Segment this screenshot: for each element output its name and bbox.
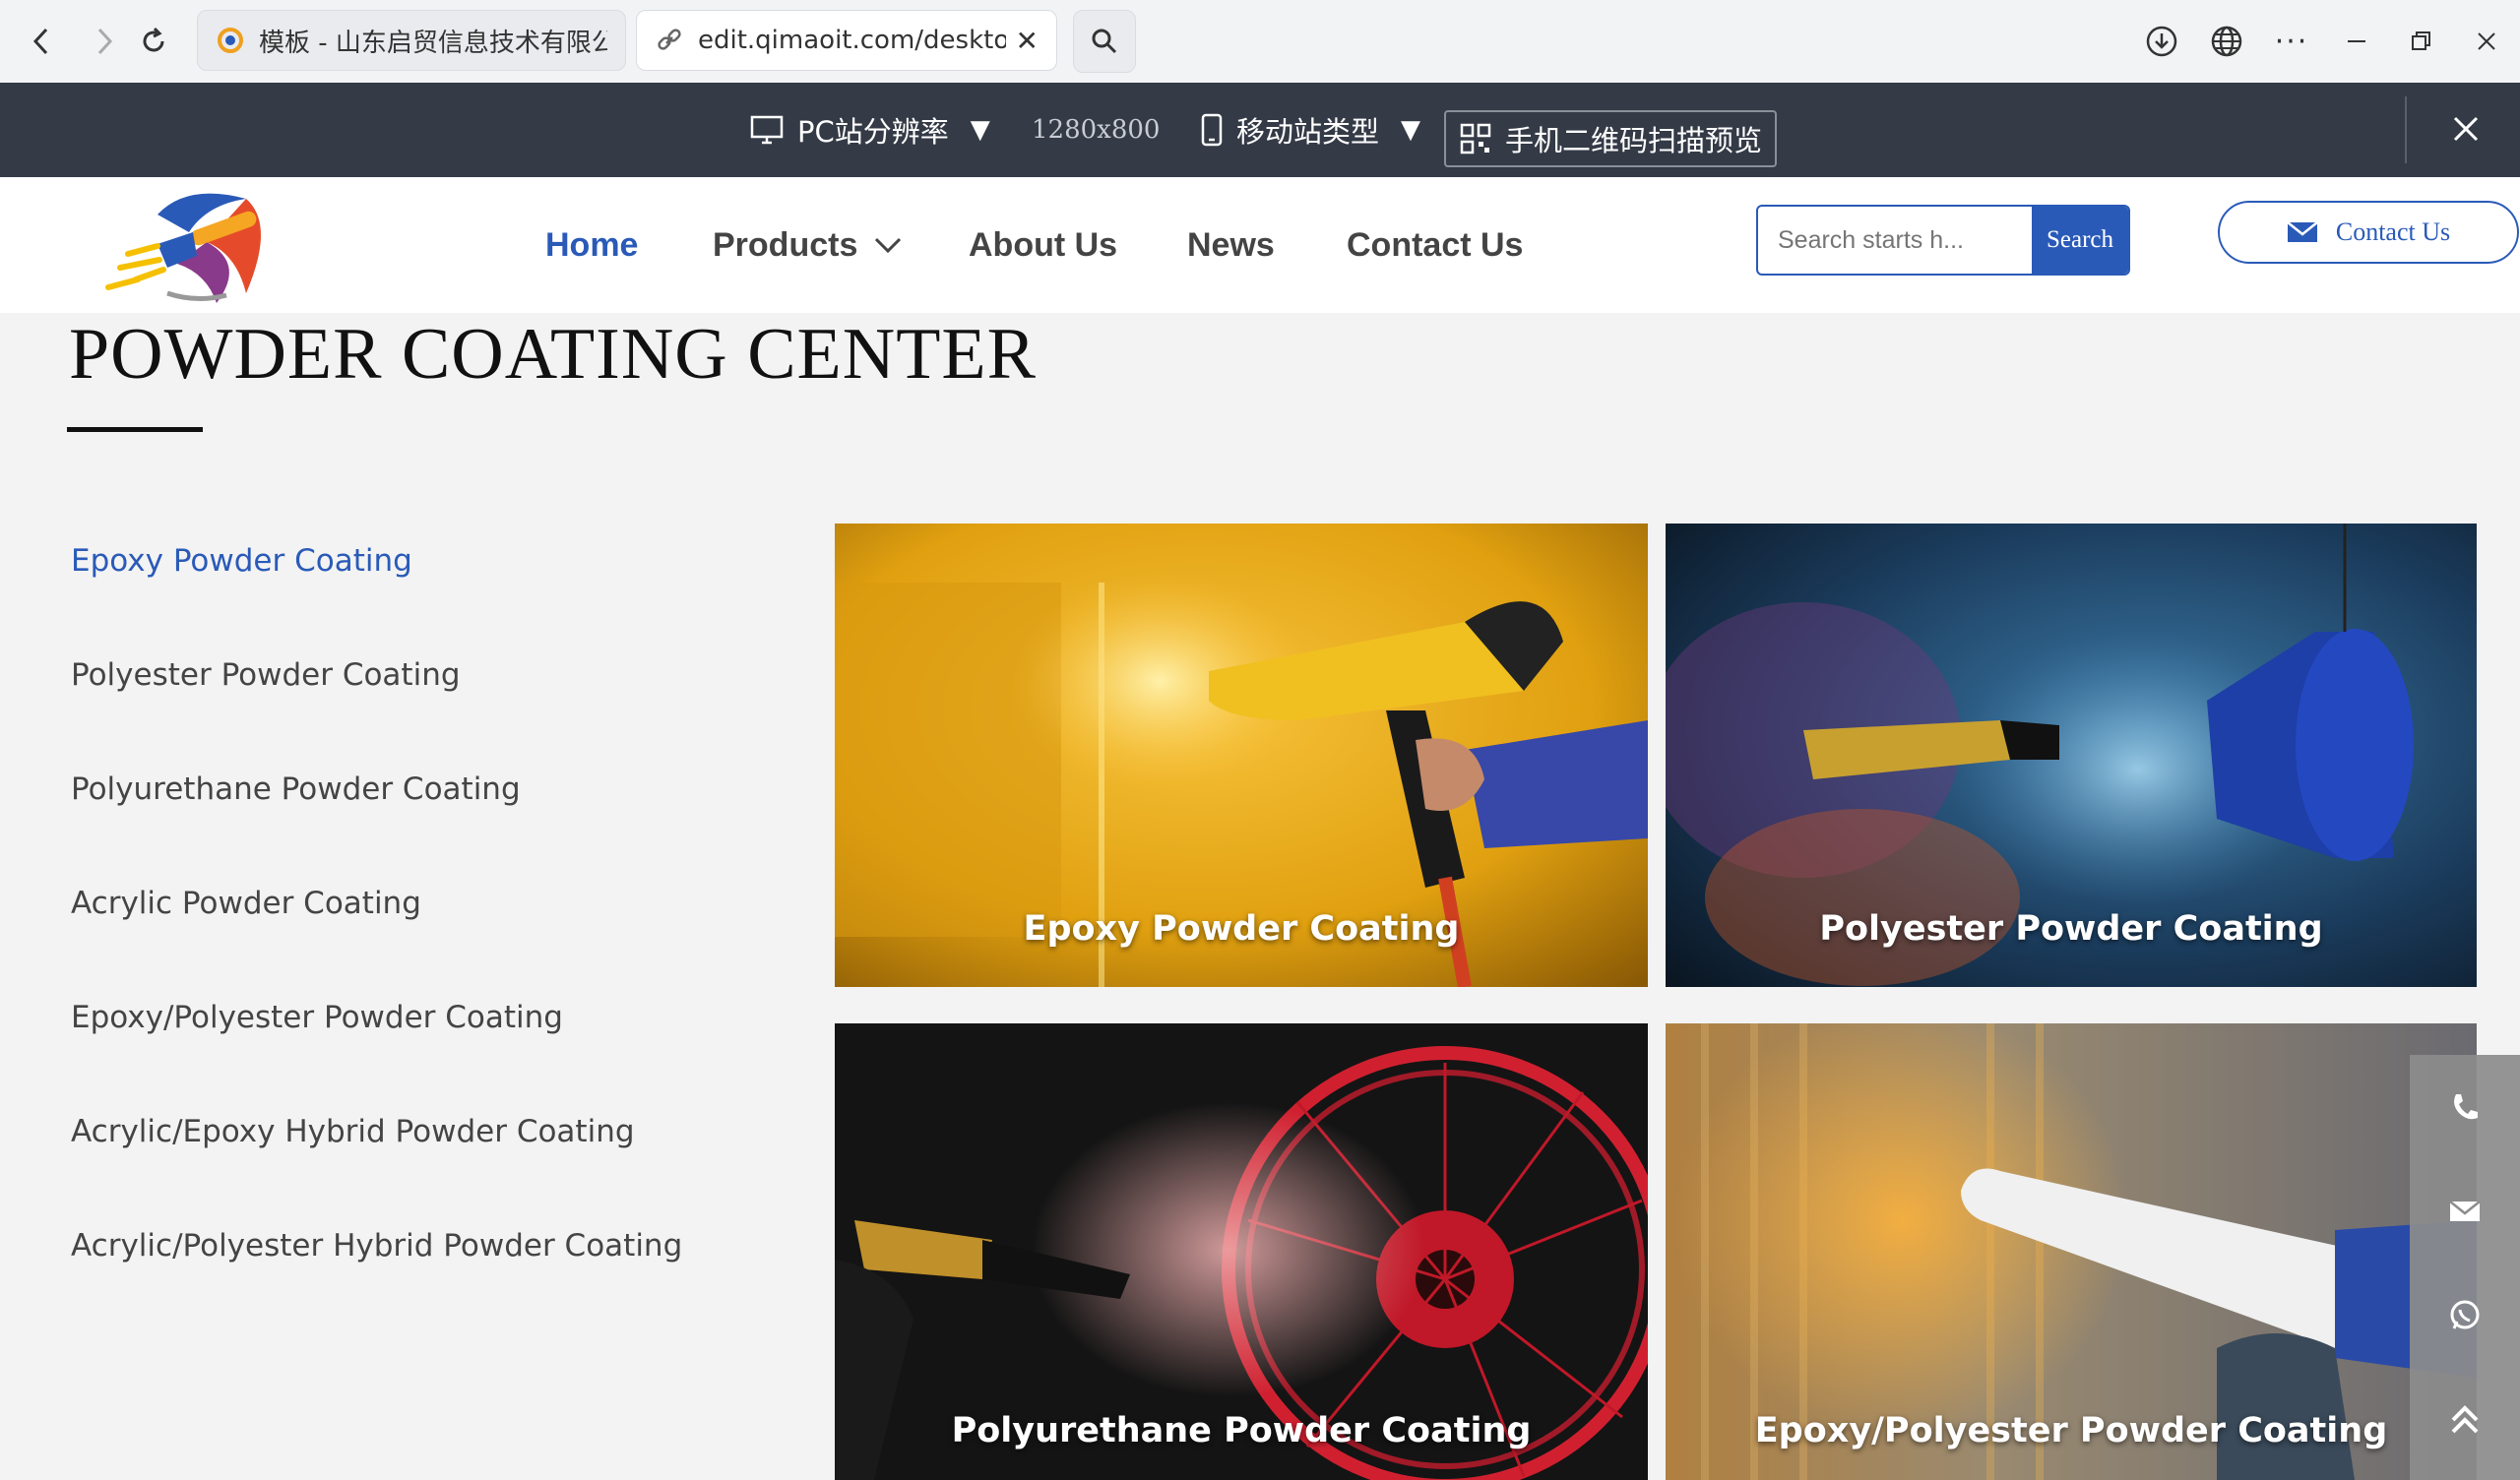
product-card-epoxy-polyester[interactable]: Epoxy/Polyester Powder Coating: [1666, 1023, 2477, 1480]
close-icon: [2478, 32, 2495, 50]
nav-about-us[interactable]: About Us: [969, 177, 1117, 313]
card-title: Polyester Powder Coating: [1819, 909, 2323, 949]
browser-toolbar: 模板 - 山东启贸信息技术有限公司 edit.qimaoit.com/deskt…: [0, 0, 2520, 84]
qr-preview-button[interactable]: 手机二维码扫描预览: [1444, 110, 1777, 167]
restore-icon: [2412, 31, 2430, 50]
search-input[interactable]: [1758, 207, 2032, 274]
mobile-type-dropdown[interactable]: 移动站类型 ▼: [1201, 83, 1420, 177]
contact-us-label: Contact Us: [2335, 217, 2451, 246]
card-title: Polyurethane Powder Coating: [951, 1411, 1532, 1450]
restore-button[interactable]: [2400, 20, 2443, 63]
whatsapp-icon: [2450, 1300, 2480, 1329]
search-button[interactable]: Search: [2032, 207, 2128, 274]
card-title: Epoxy Powder Coating: [1023, 909, 1460, 949]
minimize-icon: [2348, 40, 2365, 42]
pc-resolution-dropdown[interactable]: PC站分辨率 ▼: [750, 83, 990, 177]
editor-preview-bar: PC站分辨率 ▼ 1280x800 移动站类型 ▼ 手机二维码扫描预览: [0, 83, 2520, 177]
site-logo[interactable]: [98, 185, 285, 309]
email-button[interactable]: [2410, 1159, 2520, 1264]
floating-contact-bar: [2410, 1055, 2520, 1480]
nav-news[interactable]: News: [1187, 177, 1275, 313]
search-tab-button[interactable]: [1073, 10, 1136, 73]
sidebar-item-polyester[interactable]: Polyester Powder Coating: [71, 657, 461, 693]
chevron-down-icon: [875, 237, 902, 254]
qr-code-icon: [1460, 123, 1491, 154]
site-search: Search: [1756, 205, 2130, 276]
nav-home[interactable]: Home: [545, 177, 638, 313]
mobile-type-label: 移动站类型: [1236, 115, 1380, 149]
sidebar-item-acrylic-polyester-hybrid[interactable]: Acrylic/Polyester Hybrid Powder Coating: [71, 1228, 682, 1264]
pc-resolution-label: PC站分辨率: [797, 115, 949, 149]
tab-title: 模板 - 山东启贸信息技术有限公司: [259, 28, 607, 58]
card-title: Epoxy/Polyester Powder Coating: [1754, 1411, 2388, 1450]
sidebar-item-acrylic[interactable]: Acrylic Powder Coating: [71, 886, 421, 921]
close-icon: [2453, 116, 2479, 142]
reload-button[interactable]: [134, 22, 173, 61]
monitor-icon: [750, 115, 784, 145]
reload-icon: [143, 27, 164, 52]
product-card-polyurethane[interactable]: Polyurethane Powder Coating: [835, 1023, 1648, 1480]
close-tab-icon[interactable]: ✕: [1016, 25, 1039, 57]
sidebar-item-epoxy-polyester[interactable]: Epoxy/Polyester Powder Coating: [71, 1000, 563, 1035]
whatsapp-button[interactable]: [2410, 1264, 2520, 1368]
qr-preview-label: 手机二维码扫描预览: [1505, 124, 1763, 157]
product-card-epoxy[interactable]: Epoxy Powder Coating: [835, 524, 1648, 987]
more-menu-button[interactable]: ···: [2270, 20, 2313, 63]
phone-button[interactable]: [2410, 1055, 2520, 1159]
download-button[interactable]: [2140, 20, 2183, 63]
envelope-icon: [2287, 221, 2318, 242]
toolbar-divider: [2405, 96, 2407, 163]
mobile-phone-icon: [1201, 113, 1223, 147]
sidebar-item-acrylic-epoxy-hybrid[interactable]: Acrylic/Epoxy Hybrid Powder Coating: [71, 1114, 635, 1149]
nav-contact-us[interactable]: Contact Us: [1347, 177, 1523, 313]
page-title: POWDER COATING CENTER: [69, 314, 1037, 395]
tab-template[interactable]: 模板 - 山东启贸信息技术有限公司: [197, 10, 626, 71]
sidebar-item-polyurethane[interactable]: Polyurethane Powder Coating: [71, 771, 521, 807]
mail-icon: [2449, 1201, 2481, 1221]
forward-button[interactable]: [85, 22, 124, 61]
title-underline: [67, 427, 203, 432]
back-to-top-icon: [2451, 1405, 2479, 1434]
sidebar-item-epoxy[interactable]: Epoxy Powder Coating: [71, 543, 412, 579]
site-header: Home Products About Us News Contact Us: [0, 177, 2520, 313]
chevron-left-icon: [32, 28, 48, 55]
phone-icon: [2454, 1094, 2478, 1120]
chevron-right-icon: [97, 28, 113, 55]
tab-editor[interactable]: edit.qimaoit.com/desktop/h ✕: [636, 10, 1057, 71]
close-window-button[interactable]: [2465, 20, 2508, 63]
download-icon: [2146, 26, 2177, 57]
more-icon: ···: [2274, 24, 2309, 59]
site-favicon-icon: [216, 26, 245, 55]
resolution-value: 1280x800: [1032, 115, 1161, 145]
back-button[interactable]: [22, 22, 61, 61]
caret-down-icon: ▼: [970, 115, 990, 145]
close-preview-button[interactable]: [2441, 104, 2490, 154]
tab-title: edit.qimaoit.com/desktop/h: [698, 26, 1006, 55]
search-icon: [1092, 29, 1117, 54]
caret-down-icon: ▼: [1401, 115, 1421, 145]
back-to-top-button[interactable]: [2410, 1368, 2520, 1472]
link-icon: [655, 26, 684, 55]
product-card-polyester[interactable]: Polyester Powder Coating: [1666, 524, 2477, 987]
globe-icon: [2211, 26, 2242, 57]
nav-products[interactable]: Products: [713, 177, 903, 313]
minimize-button[interactable]: [2335, 20, 2378, 63]
translate-button[interactable]: [2205, 20, 2248, 63]
contact-us-button[interactable]: Contact Us: [2218, 201, 2519, 264]
nav-products-label: Products: [713, 225, 858, 264]
